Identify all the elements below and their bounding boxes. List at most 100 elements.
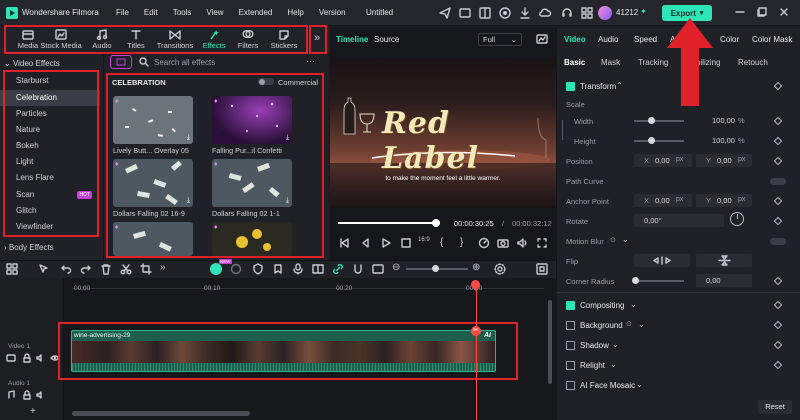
speed-ramp-icon[interactable] (230, 263, 242, 275)
playback-handle[interactable] (432, 219, 440, 227)
menu-file[interactable]: File (116, 8, 129, 17)
tab-speed[interactable]: Speed (634, 35, 657, 44)
favorites-icon[interactable] (110, 55, 132, 69)
body-effects-header[interactable]: › Body Effects (4, 243, 54, 252)
horizontal-scrollbar[interactable] (72, 411, 250, 416)
rotate-dial-icon[interactable] (730, 212, 744, 226)
screen-icon[interactable] (458, 6, 472, 20)
visibility-icon[interactable] (50, 353, 60, 363)
path-curve-toggle[interactable] (770, 178, 786, 185)
subtab-retouch[interactable]: Retouch (738, 58, 768, 67)
fullscreen-icon[interactable] (536, 237, 548, 249)
camera-icon[interactable] (497, 237, 509, 249)
sidebar-item-scan[interactable]: Scan HOT (0, 187, 100, 203)
sidebar-item-light[interactable]: Light (0, 154, 100, 170)
record-icon[interactable] (498, 6, 512, 20)
sidebar-item-lens-flare[interactable]: Lens Flare (0, 170, 100, 186)
aspect-ratio-icon[interactable]: 16:9 (418, 237, 430, 249)
download-icon[interactable]: ⤓ (187, 197, 190, 205)
tab-color[interactable]: Color (720, 35, 739, 44)
delete-icon[interactable] (100, 263, 112, 275)
subtab-tracking[interactable]: Tracking (638, 58, 668, 67)
relight-checkbox[interactable] (566, 361, 575, 370)
send-icon[interactable] (438, 6, 452, 20)
add-track-button[interactable]: + (30, 406, 36, 417)
motion-blur-toggle[interactable] (770, 238, 786, 245)
more-options-icon[interactable]: ⋯ (306, 56, 315, 67)
chevron-up-icon[interactable]: ⌃ (616, 81, 623, 90)
minimize-icon[interactable] (734, 6, 746, 18)
select-tool-icon[interactable] (38, 263, 50, 275)
height-value[interactable]: 100,00 (712, 136, 735, 145)
corner-radius-input[interactable]: 0,00 (696, 274, 752, 287)
sidebar-item-bokeh[interactable]: Bokeh (0, 138, 100, 154)
close-icon[interactable] (778, 6, 790, 18)
snapshot-icon[interactable] (536, 33, 548, 45)
rotate-input[interactable]: 0,00° (634, 214, 724, 227)
chevron-down-icon[interactable]: ⌄ (636, 380, 643, 389)
more-tabs-icon[interactable]: » (314, 32, 320, 44)
sidebar-item-nature[interactable]: Nature (0, 122, 100, 138)
chevron-down-icon[interactable]: ⌄ (630, 300, 637, 309)
search-input[interactable]: Search all effects (154, 58, 215, 67)
tab-timeline[interactable]: Timeline (336, 35, 368, 44)
mute-icon[interactable] (36, 390, 46, 400)
effect-thumbnail[interactable]: ♦ (212, 222, 292, 256)
support-icon[interactable] (560, 6, 574, 20)
menu-version[interactable]: Version (319, 8, 346, 17)
mark-out-icon[interactable]: } (460, 237, 472, 249)
chevron-down-icon[interactable]: ⌄ (638, 320, 645, 329)
undo-icon[interactable] (60, 263, 72, 275)
height-slider[interactable] (634, 140, 684, 142)
download-icon[interactable] (518, 6, 532, 20)
subtab-mask[interactable]: Mask (601, 58, 620, 67)
zoom-slider-handle[interactable] (432, 265, 439, 272)
download-icon[interactable]: ⤓ (286, 134, 289, 142)
help-icon[interactable]: ⊙ (610, 236, 616, 244)
sidebar-item-starburst[interactable]: Starburst (0, 73, 100, 89)
magnet-icon[interactable] (352, 263, 364, 275)
effect-thumbnail[interactable]: ♦ ⤓ (113, 159, 193, 207)
transform-checkbox[interactable] (566, 82, 575, 91)
subtab-basic[interactable]: Basic (564, 58, 585, 67)
play-icon[interactable] (380, 237, 392, 249)
flip-vertical-button[interactable] (696, 254, 752, 267)
playback-progress[interactable] (338, 222, 438, 224)
layout-grid-icon[interactable] (6, 263, 18, 275)
menu-edit[interactable]: Edit (144, 8, 158, 17)
marker-icon[interactable] (272, 263, 284, 275)
reset-button[interactable]: Reset (758, 400, 792, 414)
sidebar-item-particles[interactable]: Particles (0, 106, 100, 122)
download-icon[interactable]: ⤓ (187, 134, 190, 142)
crop-icon[interactable] (140, 263, 152, 275)
layout-icon[interactable] (478, 6, 492, 20)
zoom-in-icon[interactable]: ⊕ (472, 262, 480, 273)
tab-stock-media[interactable]: Stock Media (38, 27, 84, 53)
effect-thumbnail[interactable]: ♦ ⤓ (212, 159, 292, 207)
split-marker-icon[interactable]: ✂ (470, 326, 481, 336)
cloud-icon[interactable] (538, 6, 552, 20)
lock-icon[interactable] (22, 390, 32, 400)
tab-stickers[interactable]: Stickers (262, 27, 306, 53)
chevron-down-icon[interactable]: ⌄ (610, 360, 617, 369)
vertical-scrollbar[interactable] (548, 300, 552, 384)
mic-icon[interactable] (292, 263, 304, 275)
shadow-checkbox[interactable] (566, 341, 575, 350)
stop-icon[interactable] (400, 237, 412, 249)
grid-icon[interactable] (580, 6, 594, 20)
corner-radius-slider[interactable] (634, 280, 684, 282)
settings-icon[interactable] (494, 263, 506, 275)
avatar[interactable] (598, 6, 612, 20)
width-slider-handle[interactable] (648, 117, 655, 124)
lock-icon[interactable] (22, 353, 32, 363)
mute-icon[interactable] (36, 353, 46, 363)
mark-in-icon[interactable]: { (440, 237, 452, 249)
tab-color-mask[interactable]: Color Mask (752, 35, 792, 44)
step-back-icon[interactable] (360, 237, 372, 249)
tab-video[interactable]: Video (564, 35, 586, 44)
compositing-checkbox[interactable] (566, 301, 575, 310)
prev-frame-icon[interactable] (338, 237, 350, 249)
caption-icon[interactable] (372, 263, 384, 275)
link-icon[interactable] (332, 263, 344, 275)
redo-icon[interactable] (80, 263, 92, 275)
